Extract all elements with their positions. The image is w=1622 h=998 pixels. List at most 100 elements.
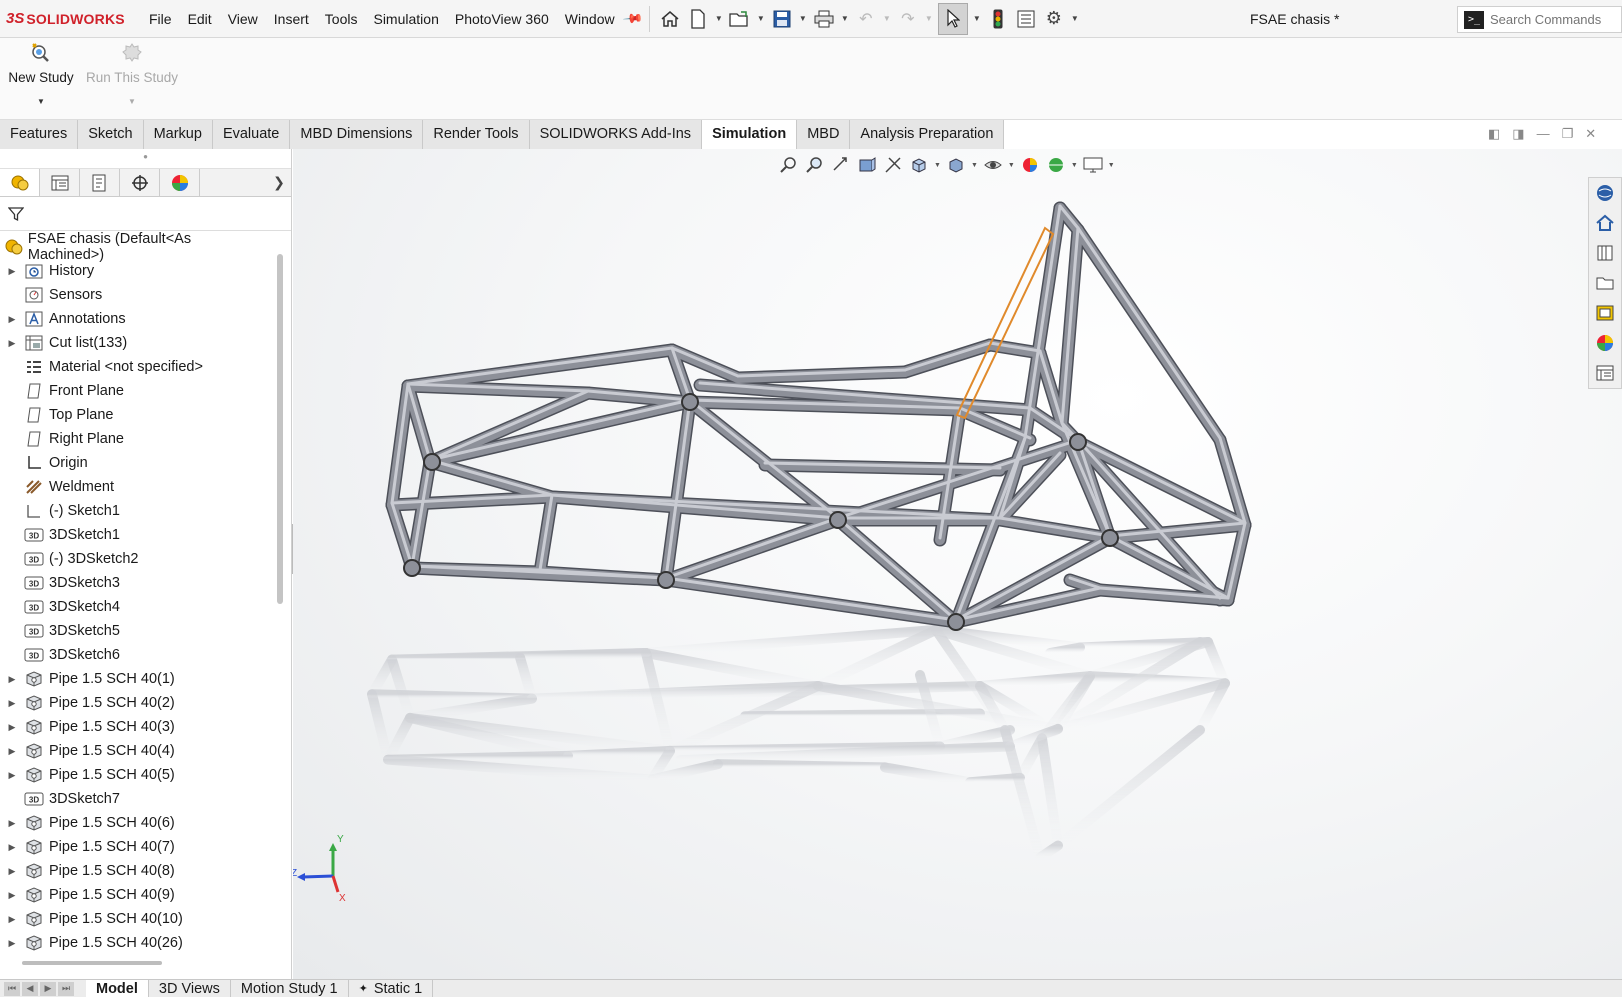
expand-arrow-icon[interactable]: ▶	[0, 770, 24, 781]
tree-item[interactable]: (-) Sketch1	[0, 499, 270, 523]
home-icon[interactable]	[658, 7, 682, 31]
tree-item[interactable]: ▶ Annotations	[0, 307, 270, 331]
tab-motion-study-1[interactable]: Motion Study 1	[231, 980, 349, 997]
tab-simulation[interactable]: Simulation	[702, 120, 798, 149]
select-cursor-icon[interactable]	[937, 2, 968, 35]
last-tab-icon[interactable]: ⏭	[58, 981, 74, 996]
undo-dropdown-icon[interactable]: ▼	[882, 14, 892, 23]
expand-arrow-icon[interactable]: ▶	[0, 698, 24, 709]
solidworks-resources-icon[interactable]	[1589, 178, 1621, 208]
menu-tools[interactable]: Tools	[317, 11, 366, 27]
tree-item[interactable]: ▶ Pipe 1.5 SCH 40(4)	[0, 739, 270, 763]
run-study-button[interactable]: Run This Study ▼	[84, 42, 180, 106]
tree-item[interactable]: ▶ Pipe 1.5 SCH 40(10)	[0, 907, 270, 931]
search-commands-input[interactable]	[1490, 12, 1610, 27]
dimxpert-manager-tab-icon[interactable]	[120, 169, 160, 196]
tab-sketch[interactable]: Sketch	[78, 120, 144, 149]
design-library-icon[interactable]	[1589, 238, 1621, 268]
tile-right-icon[interactable]: ◨	[1512, 126, 1524, 142]
expand-arrow-icon[interactable]: ▶	[0, 914, 24, 925]
expand-arrow-icon[interactable]: ▶	[0, 866, 24, 877]
tab-mbd[interactable]: MBD	[797, 120, 851, 149]
tree-item[interactable]: ▶ Pipe 1.5 SCH 40(9)	[0, 883, 270, 907]
tile-left-icon[interactable]: ◧	[1488, 126, 1500, 142]
tree-item[interactable]: Top Plane	[0, 403, 270, 427]
expand-arrow-icon[interactable]: ▶	[0, 746, 24, 757]
tree-item[interactable]: 3D 3DSketch4	[0, 595, 270, 619]
file-explorer-icon[interactable]	[1589, 268, 1621, 298]
tree-horizontal-scrollbar[interactable]	[22, 961, 162, 965]
tree-item[interactable]: ▶ Pipe 1.5 SCH 40(26)	[0, 931, 270, 955]
configuration-manager-tab-icon[interactable]	[80, 169, 120, 196]
tree-item[interactable]: 3D 3DSketch5	[0, 619, 270, 643]
tree-item[interactable]: ▶ Pipe 1.5 SCH 40(8)	[0, 859, 270, 883]
minimize-icon[interactable]: —	[1537, 126, 1550, 142]
tab-features[interactable]: Features	[0, 120, 79, 149]
tree-item[interactable]: ▶ Pipe 1.5 SCH 40(2)	[0, 691, 270, 715]
expand-arrow-icon[interactable]: ▶	[0, 890, 24, 901]
redo-icon[interactable]: ↷	[896, 7, 920, 31]
tree-item[interactable]: 3D 3DSketch6	[0, 643, 270, 667]
tree-item[interactable]: ▶ Cut list(133)	[0, 331, 270, 355]
restore-icon[interactable]: ❐	[1562, 126, 1574, 142]
pin-menu-icon[interactable]: 📌	[621, 7, 644, 30]
options-dropdown-icon[interactable]: ▼	[1070, 14, 1080, 23]
prev-tab-icon[interactable]: ◀	[22, 981, 38, 996]
tree-item[interactable]: Weldment	[0, 475, 270, 499]
redo-dropdown-icon[interactable]: ▼	[924, 14, 934, 23]
tree-vertical-scrollbar[interactable]	[277, 254, 283, 604]
panel-grip[interactable]: ●	[0, 149, 291, 169]
expand-arrow-icon[interactable]: ▶	[0, 338, 24, 349]
appearances-icon[interactable]	[1589, 328, 1621, 358]
expand-arrow-icon[interactable]: ▶	[0, 842, 24, 853]
next-tab-icon[interactable]: ▶	[40, 981, 56, 996]
tab-mbd-dimensions[interactable]: MBD Dimensions	[290, 120, 424, 149]
new-dropdown-icon[interactable]: ▼	[714, 14, 724, 23]
tab-solidworks-add-ins[interactable]: SOLIDWORKS Add-Ins	[529, 120, 703, 149]
open-dropdown-icon[interactable]: ▼	[756, 14, 766, 23]
expand-arrow-icon[interactable]: ▶	[0, 722, 24, 733]
menu-photoview[interactable]: PhotoView 360	[447, 11, 557, 27]
tab-static-1[interactable]: ✦ Static 1	[349, 980, 434, 997]
custom-properties-icon[interactable]	[1589, 358, 1621, 388]
tree-item[interactable]: ▶ Pipe 1.5 SCH 40(5)	[0, 763, 270, 787]
close-icon[interactable]: ✕	[1585, 126, 1596, 142]
print-icon[interactable]	[812, 7, 836, 31]
tab-evaluate[interactable]: Evaluate	[212, 120, 291, 149]
solidworks-logo[interactable]: 3S SOLIDWORKS	[6, 10, 141, 27]
first-tab-icon[interactable]: ⏮	[4, 981, 20, 996]
tree-item[interactable]: 3D (-) 3DSketch2	[0, 547, 270, 571]
tab-markup[interactable]: Markup	[143, 120, 213, 149]
tab-render-tools[interactable]: Render Tools	[423, 120, 530, 149]
new-study-dropdown-icon[interactable]: ▼	[6, 97, 76, 106]
tree-item[interactable]: 3D 3DSketch1	[0, 523, 270, 547]
menu-window[interactable]: Window	[557, 11, 623, 27]
print-dropdown-icon[interactable]: ▼	[840, 14, 850, 23]
open-icon[interactable]	[728, 7, 752, 31]
tree-item[interactable]: ▶ Pipe 1.5 SCH 40(3)	[0, 715, 270, 739]
menu-view[interactable]: View	[220, 11, 266, 27]
expand-arrow-icon[interactable]: ▶	[0, 674, 24, 685]
tree-item[interactable]: ▶ Pipe 1.5 SCH 40(7)	[0, 835, 270, 859]
tree-filter[interactable]	[0, 197, 291, 231]
file-properties-icon[interactable]	[1014, 7, 1038, 31]
menu-file[interactable]: File	[141, 11, 180, 27]
expand-arrow-icon[interactable]: ▶	[0, 938, 24, 949]
expand-arrow-icon[interactable]: ▶	[0, 314, 24, 325]
tree-item[interactable]: ▶ Pipe 1.5 SCH 40(6)	[0, 811, 270, 835]
new-document-icon[interactable]	[686, 7, 710, 31]
tree-item[interactable]: 3D 3DSketch3	[0, 571, 270, 595]
tree-root-part[interactable]: FSAE chasis (Default<As Machined>)	[0, 231, 270, 263]
tree-item[interactable]: Front Plane	[0, 379, 270, 403]
new-study-button[interactable]: New Study ▼	[6, 42, 76, 106]
tree-item[interactable]: 3D 3DSketch7	[0, 787, 270, 811]
more-tabs-chevron-icon[interactable]: ❯	[267, 169, 291, 196]
options-gear-icon[interactable]: ⚙	[1042, 7, 1066, 31]
undo-icon[interactable]: ↶	[854, 7, 878, 31]
tree-item[interactable]: Material <not specified>	[0, 355, 270, 379]
search-commands-box[interactable]: >_	[1457, 6, 1622, 33]
property-manager-tab-icon[interactable]	[40, 169, 80, 196]
view-palette-icon[interactable]	[1589, 298, 1621, 328]
save-dropdown-icon[interactable]: ▼	[798, 14, 808, 23]
tree-item[interactable]: Origin	[0, 451, 270, 475]
